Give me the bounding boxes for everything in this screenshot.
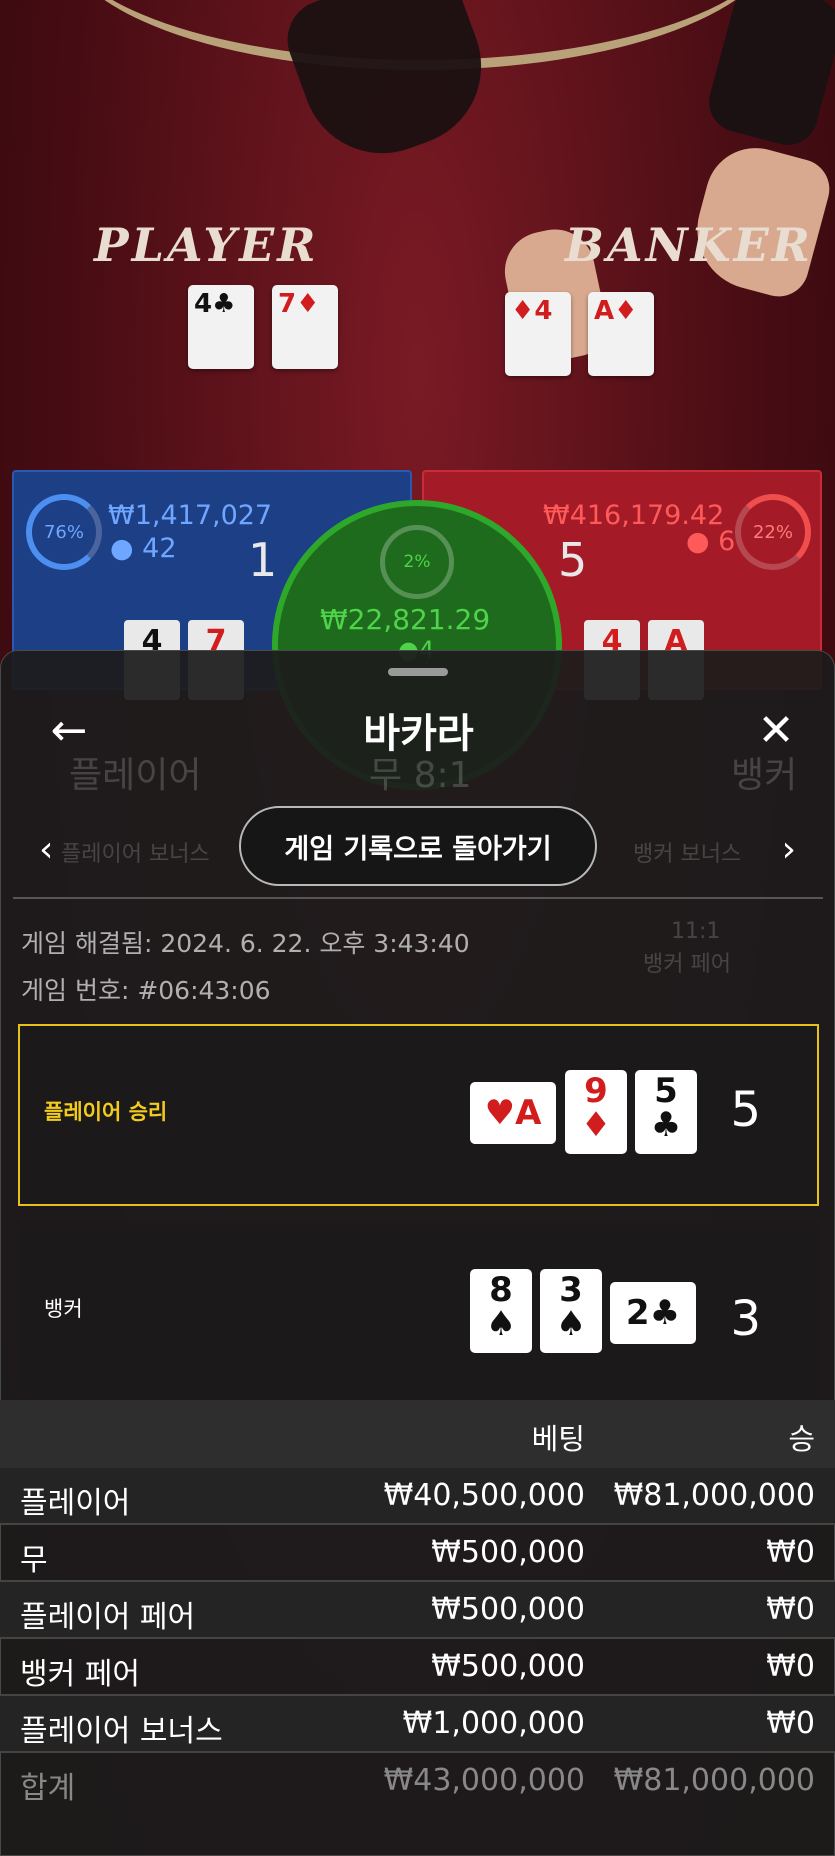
player-percent-ring: 76% [26, 494, 102, 570]
player-win-label: 플레이어 승리 [44, 1100, 168, 1124]
bet-type-cell: 무 [20, 1543, 48, 1578]
banker-score: 5 [558, 533, 588, 587]
win-amount-cell: ₩0 [766, 1535, 815, 1570]
felt-player-label: PLAYER [94, 218, 319, 272]
felt-banker-card: A♦ [588, 292, 654, 376]
felt-player-card: 4♣ [188, 285, 254, 369]
player-card-1: ♥ A [470, 1082, 556, 1144]
bet-amount-cell: ₩1,000,000 [402, 1706, 585, 1741]
bet-amount-cell: ₩500,000 [431, 1535, 585, 1570]
bet-amount-cell: ₩500,000 [431, 1649, 585, 1684]
bet-summary-table: 베팅 승 플레이어 ₩40,500,000 ₩81,000,000 무 ₩500… [0, 1400, 835, 1810]
sheet-title: 바카라 [363, 711, 474, 757]
header-bet: 베팅 [531, 1422, 585, 1456]
felt-player-card: 7♦ [272, 285, 338, 369]
dealer-arm [702, 0, 835, 152]
back-to-history-button[interactable]: 게임 기록으로 돌아가기 [239, 806, 597, 886]
table-row: 플레이어 페어 ₩500,000 ₩0 [0, 1582, 835, 1639]
ghost-player-bonus-label: 플레이어 보너스 [61, 842, 210, 867]
table-total-row: 합계 ₩43,000,000 ₩81,000,000 [0, 1753, 835, 1810]
total-win-cell: ₩81,000,000 [613, 1763, 815, 1798]
ghost-banker-pair-label: 뱅커 페어 [643, 952, 731, 977]
bet-amount-cell: ₩500,000 [431, 1592, 585, 1627]
bet-type-cell: 플레이어 보너스 [20, 1714, 223, 1749]
total-bet-cell: ₩43,000,000 [383, 1763, 585, 1798]
player-score: 1 [248, 533, 278, 587]
felt-banker-card: ♦4 [505, 292, 571, 376]
game-number: 게임 번호: #06:43:06 [21, 976, 271, 1005]
tie-pool-amount: ₩22,821.29 [320, 603, 491, 636]
player-card-3: 5 ♣ [635, 1070, 697, 1154]
banker-card-1: 8 ♠ [470, 1269, 532, 1353]
table-row: 뱅커 페어 ₩500,000 ₩0 [0, 1639, 835, 1696]
header-win: 승 [788, 1422, 815, 1456]
drag-handle[interactable] [388, 668, 448, 676]
table-row: 무 ₩500,000 ₩0 [0, 1525, 835, 1582]
player-result-row: 플레이어 승리 ♥ A 9 ♦ 5 ♣ 5 [18, 1024, 819, 1206]
table-row: 플레이어 ₩40,500,000 ₩81,000,000 [0, 1468, 835, 1525]
table-header-row: 베팅 승 [0, 1400, 835, 1468]
banker-label: 뱅커 [44, 1297, 83, 1321]
player-pool-amount: ₩1,417,027 [108, 500, 273, 531]
player-hand-score: 5 [730, 1082, 761, 1138]
banker-result-row: 뱅커 8 ♠ 3 ♠ 2 ♣ 3 [18, 1221, 819, 1403]
banker-hand-score: 3 [730, 1291, 761, 1347]
bet-type-cell: 뱅커 페어 [20, 1657, 140, 1692]
game-resolved-time: 게임 해결됨: 2024. 6. 22. 오후 3:43:40 [21, 929, 470, 958]
win-amount-cell: ₩81,000,000 [613, 1478, 815, 1513]
chevron-right-icon[interactable]: › [782, 829, 796, 870]
divider [13, 897, 823, 899]
dealer-arm [276, 0, 504, 176]
bet-amount-cell: ₩40,500,000 [383, 1478, 585, 1513]
person-icon: ● [110, 533, 134, 564]
ghost-banker-bonus-label: 뱅커 보너스 [633, 842, 742, 867]
win-amount-cell: ₩0 [766, 1592, 815, 1627]
total-label-cell: 합계 [20, 1771, 76, 1806]
banker-card-2: 3 ♠ [540, 1269, 602, 1353]
banker-card-3: 2 ♣ [610, 1282, 696, 1344]
win-amount-cell: ₩0 [766, 1706, 815, 1741]
person-icon: ● [686, 526, 710, 557]
win-amount-cell: ₩0 [766, 1649, 815, 1684]
felt-banker-label: BANKER [565, 218, 813, 272]
tie-percent-ring: 2% [380, 525, 454, 599]
close-icon[interactable]: ✕ [746, 701, 806, 761]
chevron-left-icon[interactable]: ‹ [39, 829, 53, 870]
player-card-2: 9 ♦ [565, 1070, 627, 1154]
banker-count: ● 6 [686, 526, 736, 557]
player-count: ● 42 [110, 533, 177, 564]
ghost-banker-pair-odds: 11:1 [671, 919, 721, 944]
bet-type-cell: 플레이어 [20, 1486, 131, 1521]
banker-percent-ring: 22% [735, 494, 811, 570]
table-row: 플레이어 보너스 ₩1,000,000 ₩0 [0, 1696, 835, 1753]
bet-type-cell: 플레이어 페어 [20, 1600, 196, 1635]
